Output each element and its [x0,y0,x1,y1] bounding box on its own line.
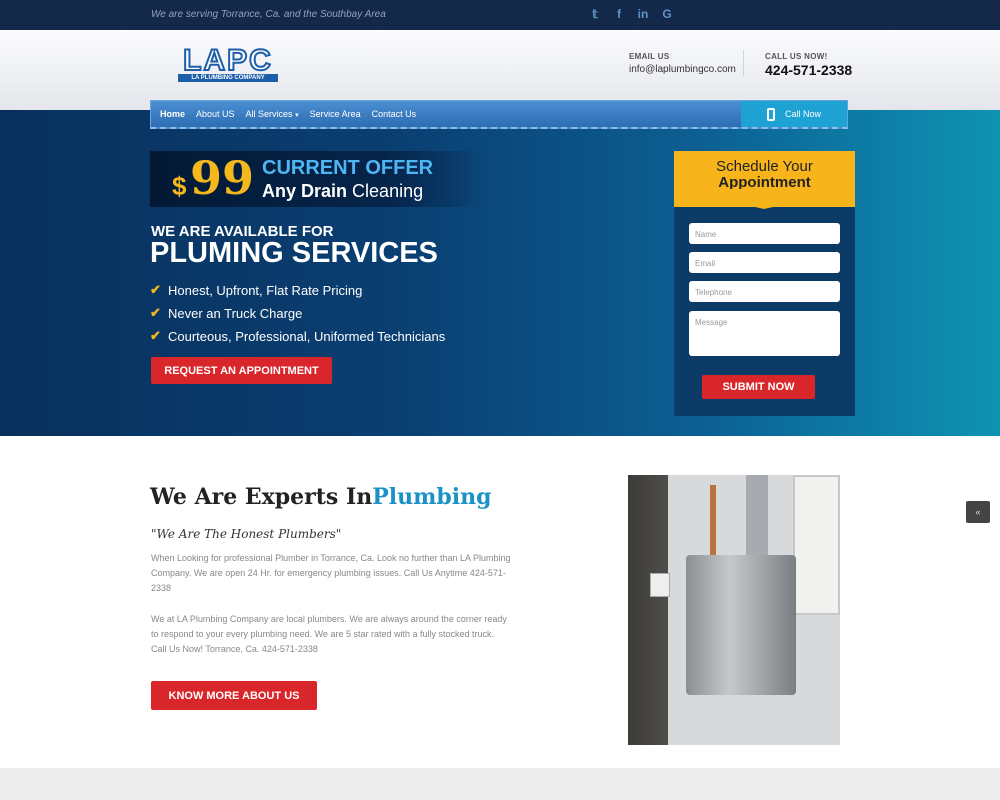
email-link[interactable]: info@laplumbingco.com [629,64,736,75]
phone-label: CALL US NOW! [765,52,828,61]
email-field[interactable]: Email [689,252,840,273]
name-field[interactable]: Name [689,223,840,244]
nav-item-contact[interactable]: Contact Us [372,109,417,119]
call-now-label: Call Now [784,109,821,119]
about-subheading: "We Are The Honest Plumbers" [151,527,342,541]
photo-control-box [650,573,670,597]
photo-vent-pipe [746,475,768,557]
check-item-label: Never an Truck Charge [168,305,303,321]
appointment-form-header: Schedule Your Appointment [674,151,855,209]
about-heading-highlight: Plumbing [372,484,492,510]
email-label: EMAIL US [629,52,670,61]
photo-copper-pipe [710,485,716,557]
checkmark-icon: ✔ [150,328,161,343]
about-heading-text: We Are Experts In [150,484,373,510]
form-title-line2: Appointment [718,174,811,191]
nav-item-services-label: All Services [245,109,293,119]
about-heading: We Are Experts InPlumbing [150,484,492,510]
email-contact: EMAIL US info@laplumbingco.com [629,52,736,75]
service-area-tagline: We are serving Torrance, Ca. and the Sou… [151,9,386,20]
appointment-form: Schedule Your Appointment Name Email Tel… [674,151,855,416]
hero-checklist: ✔ Honest, Upfront, Flat Rate Pricing ✔ Nev… [150,282,445,351]
scroll-to-top-icon[interactable]: « [966,501,990,523]
call-now-button[interactable]: Call Now [741,101,847,127]
hero-title: PLUMING SERVICES [150,237,438,269]
google-icon[interactable]: G [660,7,674,21]
form-title-line1: Schedule Your [716,158,813,175]
top-bar: We are serving Torrance, Ca. and the Sou… [0,0,1000,30]
offer-any-drain: Any Drain [262,181,348,201]
main-nav: Home About US All Services ▾ Service Are… [150,100,848,129]
offer-cleaning: Cleaning [352,181,424,201]
water-heater-photo [628,475,840,745]
offer-dollar-sign: $ [172,171,187,201]
footer-band [0,768,1000,800]
nav-item-about[interactable]: About US [196,109,235,119]
photo-water-heater [686,555,796,695]
company-logo[interactable]: LAPC LA PLUMBING COMPANY [178,44,278,84]
message-field[interactable]: Message [689,311,840,356]
about-paragraph-1: When Looking for professional Plumber in… [151,553,511,593]
photo-door-frame [793,475,840,615]
logo-text: LAPC [182,44,273,77]
submit-button[interactable]: SUBMIT NOW [702,375,815,399]
nav-item-home[interactable]: Home [160,109,185,119]
offer-price: 99 [190,151,255,205]
nav-item-service-area[interactable]: Service Area [310,109,361,119]
check-item: ✔ Honest, Upfront, Flat Rate Pricing [150,282,445,298]
linkedin-icon[interactable]: in [636,7,650,21]
about-paragraph-2: We at LA Plumbing Company are local plum… [151,614,507,654]
mobile-phone-icon [766,107,775,121]
offer-banner: $ 99 CURRENT OFFER Any Drain Cleaning [150,151,486,207]
twitter-icon[interactable]: 𝕥 [588,7,602,21]
telephone-field[interactable]: Telephone [689,281,840,302]
request-appointment-button[interactable]: REQUEST AN APPOINTMENT [151,357,332,384]
checkmark-icon: ✔ [150,282,161,297]
offer-current: CURRENT OFFER [262,157,434,179]
chevron-down-icon: ▾ [295,112,299,119]
facebook-icon[interactable]: f [612,7,626,21]
check-item: ✔ Never an Truck Charge [150,305,445,321]
offer-description: Any Drain Cleaning [262,181,423,202]
logo-subtext: LA PLUMBING COMPANY [178,74,278,82]
phone-number[interactable]: 424-571-2338 [765,62,852,78]
social-links: 𝕥 f in G [588,7,674,21]
know-more-button[interactable]: KNOW MORE ABOUT US [151,681,317,710]
phone-contact: CALL US NOW! 424-571-2338 [765,52,852,78]
header-divider [743,50,744,76]
check-item: ✔ Courteous, Professional, Uniformed Tech… [150,328,445,344]
checkmark-icon: ✔ [150,305,161,320]
check-item-label: Courteous, Professional, Uniformed Techn… [168,328,446,344]
check-item-label: Honest, Upfront, Flat Rate Pricing [168,282,363,298]
nav-item-services[interactable]: All Services ▾ [246,109,299,119]
